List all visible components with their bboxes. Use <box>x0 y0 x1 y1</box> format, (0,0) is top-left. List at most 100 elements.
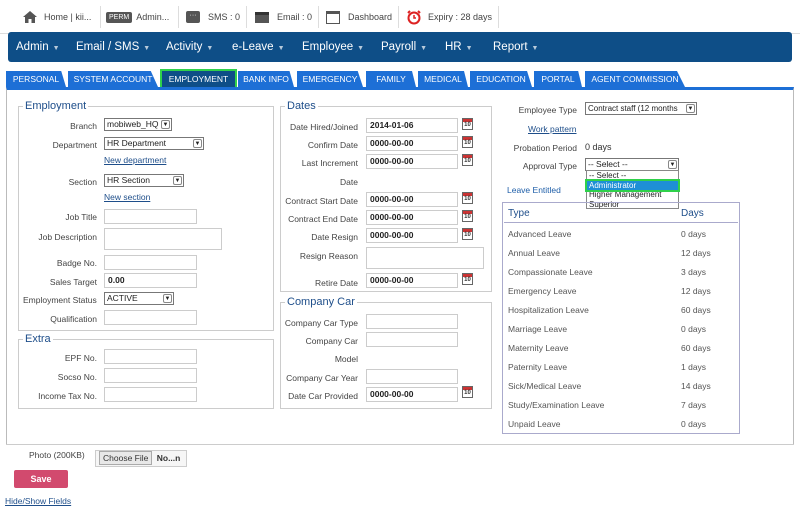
tab-family[interactable]: FAMILY <box>366 71 416 87</box>
tab-system-account[interactable]: SYSTEM ACCOUNT <box>68 71 158 87</box>
leave-type: Marriage Leave <box>508 324 568 334</box>
nav-eleave[interactable]: e-Leave ▼ <box>232 32 285 62</box>
car-model-label: Company Car <box>305 336 358 346</box>
branch-label: Branch <box>70 121 97 131</box>
job-description-textarea[interactable] <box>104 228 222 250</box>
calendar-icon[interactable]: 10 <box>462 386 473 398</box>
work-pattern-link[interactable]: Work pattern <box>528 124 577 134</box>
employment-legend: Employment <box>25 100 87 112</box>
nav-hr[interactable]: HR ▼ <box>445 32 473 62</box>
dropdown-option-select[interactable]: -- Select -- <box>587 171 678 181</box>
save-button[interactable]: Save <box>14 470 68 488</box>
employee-type-label: Employee Type <box>518 105 577 115</box>
nav-admin[interactable]: Admin ▼ <box>16 32 60 62</box>
expiry-link[interactable]: Expiry : 28 days <box>406 0 492 34</box>
dashboard-label: Dashboard <box>348 12 393 22</box>
chevron-down-icon: ▼ <box>668 160 677 169</box>
contract-end-label: Contract End Date <box>288 214 358 224</box>
leave-type: Advanced Leave <box>508 229 572 239</box>
photo-file-input[interactable]: Choose File No...n <box>95 450 187 467</box>
sms-link[interactable]: ··· SMS : 0 <box>186 0 240 34</box>
home-link[interactable]: Home | kii... <box>22 0 91 34</box>
date-car-provided-input[interactable]: 0000-00-00 <box>366 387 458 402</box>
last-increment-label-date: Date <box>340 177 358 187</box>
leave-type: Emergency Leave <box>508 286 577 296</box>
income-tax-input[interactable] <box>104 387 197 402</box>
tab-personal[interactable]: PERSONAL <box>6 71 66 87</box>
tab-portal[interactable]: PORTAL <box>534 71 582 87</box>
leave-days: 0 days <box>681 324 707 334</box>
leave-days: 0 days <box>681 419 707 429</box>
confirm-date-label: Confirm Date <box>307 140 358 150</box>
socso-input[interactable] <box>104 368 197 383</box>
car-year-input[interactable] <box>366 369 458 384</box>
nav-email-sms[interactable]: Email / SMS ▼ <box>76 32 150 62</box>
retire-date-label: Retire Date <box>315 278 358 288</box>
tab-emergency[interactable]: EMERGENCY <box>297 71 363 87</box>
confirm-date-input[interactable]: 0000-00-00 <box>366 136 458 151</box>
car-year-label: Company Car Year <box>286 373 358 383</box>
date-hired-input[interactable]: 2014-01-06 <box>366 118 458 133</box>
calendar-icon[interactable]: 10 <box>462 273 473 285</box>
calendar-icon[interactable]: 10 <box>462 228 473 240</box>
tab-employment[interactable]: EMPLOYMENT <box>160 69 237 89</box>
contract-end-input[interactable]: 0000-00-00 <box>366 210 458 225</box>
section-select[interactable]: HR Section ▼ <box>104 174 184 187</box>
dashboard-link[interactable]: Dashboard <box>326 0 392 34</box>
dropdown-option-higher-management[interactable]: Higher Management <box>587 190 678 200</box>
probation-value: 0 days <box>585 142 612 152</box>
resign-reason-label: Resign Reason <box>299 251 358 261</box>
main-nav: Admin ▼ Email / SMS ▼ Activity ▼ e-Leave ▼ E… <box>8 32 792 62</box>
email-link[interactable]: Email : 0 <box>255 0 312 34</box>
new-section-link[interactable]: New section <box>104 192 150 202</box>
last-increment-input[interactable]: 0000-00-00 <box>366 154 458 169</box>
calendar-icon[interactable]: 10 <box>462 118 473 130</box>
tab-education[interactable]: EDUCATION <box>470 71 532 87</box>
resign-reason-textarea[interactable] <box>366 247 484 269</box>
company-car-legend: Company Car <box>287 296 355 308</box>
calendar-icon[interactable]: 10 <box>462 192 473 204</box>
department-select[interactable]: HR Department ▼ <box>104 137 204 150</box>
calendar-icon[interactable]: 10 <box>462 210 473 222</box>
leave-days: 12 days <box>681 286 711 296</box>
branch-select[interactable]: mobiweb_HQ ▼ <box>104 118 172 131</box>
dropdown-option-administrator[interactable]: Administrator <box>585 178 680 192</box>
calendar-icon[interactable]: 10 <box>462 136 473 148</box>
job-title-input[interactable] <box>104 209 197 224</box>
leave-type: Hospitalization Leave <box>508 305 589 315</box>
hide-show-fields-link[interactable]: Hide/Show Fields <box>5 496 71 506</box>
calendar-icon[interactable]: 10 <box>462 154 473 166</box>
car-model-input[interactable] <box>366 332 458 347</box>
nav-activity[interactable]: Activity ▼ <box>166 32 213 62</box>
leave-days: 60 days <box>681 343 711 353</box>
department-value: HR Department <box>107 138 167 148</box>
choose-file-button[interactable]: Choose File <box>99 451 153 465</box>
epf-input[interactable] <box>104 349 197 364</box>
sales-target-input[interactable]: 0.00 <box>104 273 197 288</box>
badge-input[interactable] <box>104 255 197 270</box>
section-label: Section <box>68 177 97 187</box>
date-resign-input[interactable]: 0000-00-00 <box>366 228 458 243</box>
leave-days: 3 days <box>681 267 707 277</box>
nav-payroll[interactable]: Payroll ▼ <box>381 32 427 62</box>
contract-start-input[interactable]: 0000-00-00 <box>366 192 458 207</box>
leave-days: 12 days <box>681 248 711 258</box>
leave-type: Annual Leave <box>508 248 560 258</box>
admin-link[interactable]: PERM Admin... <box>106 0 169 34</box>
tab-bank-info[interactable]: BANK INFO <box>238 71 294 87</box>
qualification-input[interactable] <box>104 310 197 325</box>
employment-status-select[interactable]: ACTIVE ▼ <box>104 292 174 305</box>
leave-days: 0 days <box>681 229 707 239</box>
chevron-down-icon: ▼ <box>465 45 473 52</box>
tab-agent-commission[interactable]: AGENT COMMISSION <box>585 71 685 87</box>
dates-legend: Dates <box>287 100 316 112</box>
retire-date-input[interactable]: 0000-00-00 <box>366 273 458 288</box>
nav-employee[interactable]: Employee ▼ <box>302 32 364 62</box>
tab-medical[interactable]: MEDICAL <box>418 71 468 87</box>
nav-hr-label: HR <box>445 41 462 53</box>
section-value: HR Section <box>107 175 150 185</box>
employee-type-select[interactable]: Contract staff (12 months ▼ <box>585 102 697 115</box>
nav-report[interactable]: Report ▼ <box>493 32 538 62</box>
car-type-input[interactable] <box>366 314 458 329</box>
new-department-link[interactable]: New department <box>104 155 166 165</box>
